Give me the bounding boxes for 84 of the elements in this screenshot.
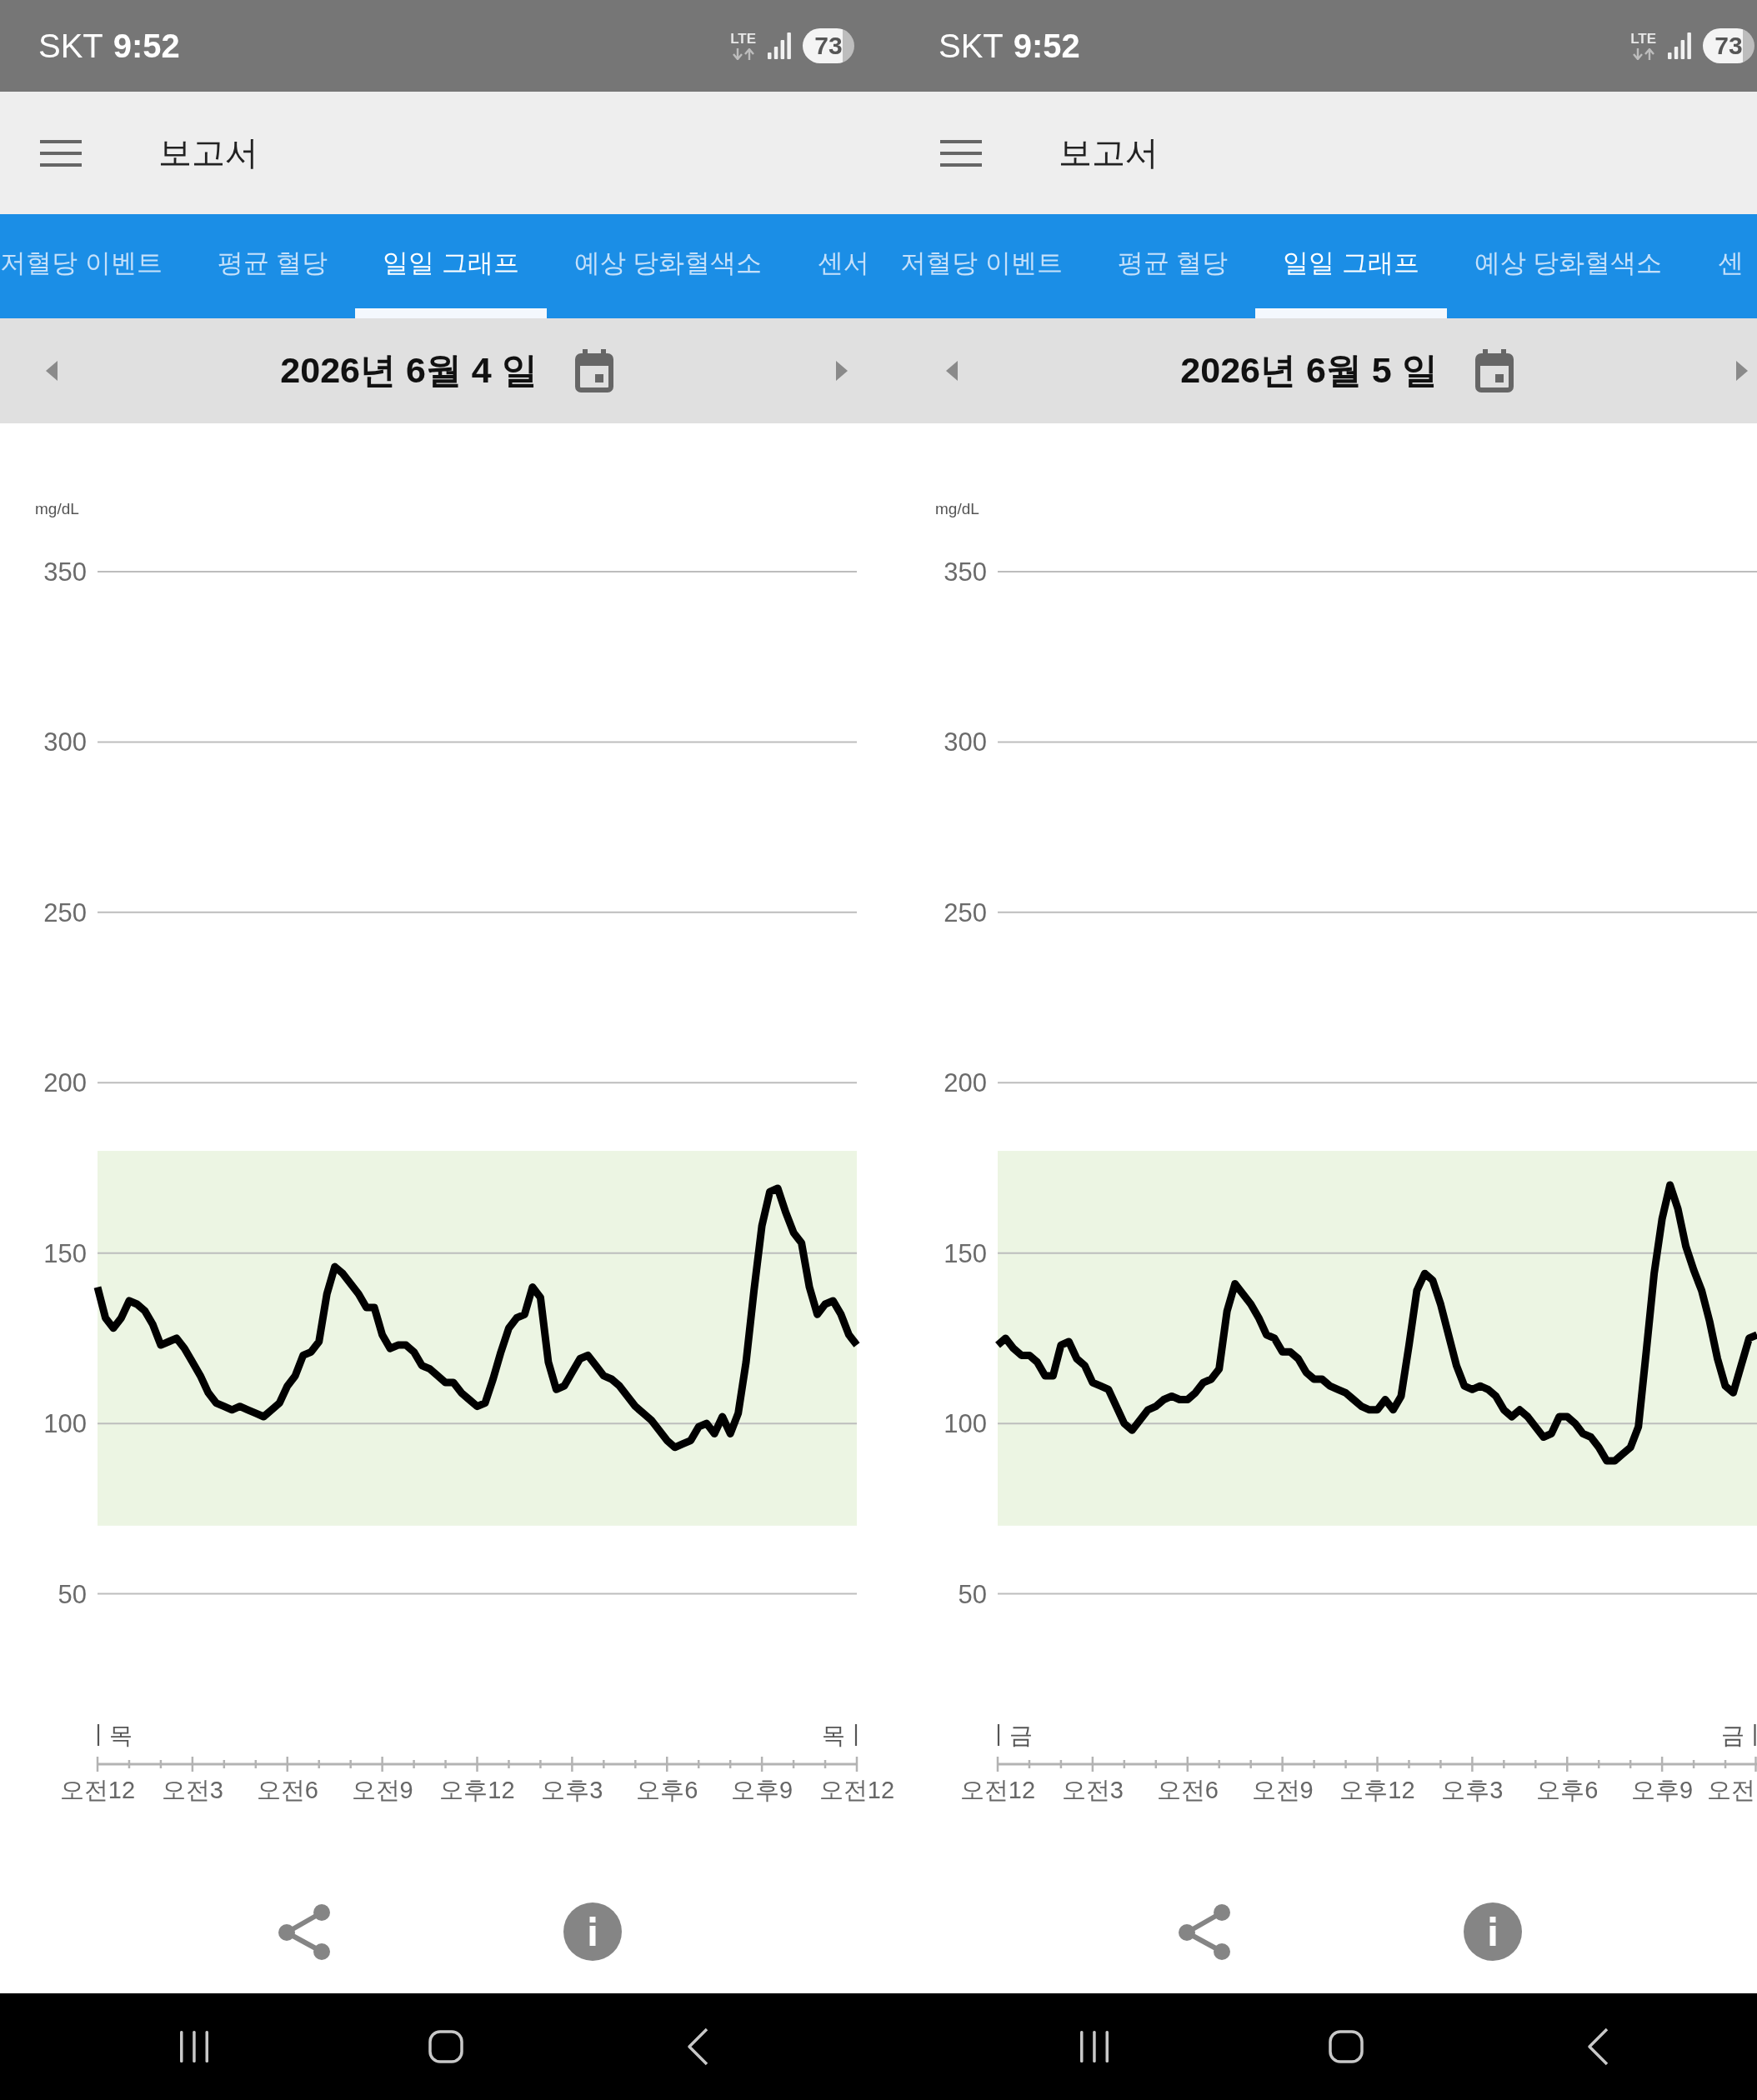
right-triangle-icon[interactable] bbox=[836, 361, 848, 381]
x-tick-label: 오전3 bbox=[161, 1777, 223, 1803]
day-label: 금 bbox=[1009, 1722, 1033, 1748]
battery-badge: 73 bbox=[1703, 28, 1754, 63]
tab[interactable]: 저혈당 이벤트 bbox=[900, 214, 1090, 318]
y-tick-label: 200 bbox=[43, 1068, 87, 1098]
date-label: 2026년 6월 5 일 bbox=[1180, 349, 1438, 392]
tab[interactable]: 예상 당화혈색소 bbox=[546, 214, 790, 318]
network-type-label: LTE bbox=[1630, 32, 1656, 46]
left-triangle-icon[interactable] bbox=[46, 361, 58, 381]
day-boundary-tick bbox=[1754, 1724, 1756, 1746]
y-tick-label: 300 bbox=[43, 728, 87, 758]
y-tick-label: 350 bbox=[43, 558, 87, 587]
day-boundary-tick bbox=[854, 1724, 858, 1746]
y-tick-label: 50 bbox=[58, 1579, 87, 1609]
x-tick-label: 오전 bbox=[1707, 1777, 1755, 1803]
y-tick-label: 350 bbox=[944, 558, 987, 587]
y-axis-unit-label: mg/dL bbox=[35, 500, 79, 518]
carrier-label: SKT bbox=[38, 29, 103, 62]
page-title: 보고서 bbox=[1059, 133, 1159, 172]
battery-badge: 73 bbox=[803, 28, 854, 63]
tab[interactable]: 평균 혈당 bbox=[1089, 214, 1256, 318]
info-icon[interactable] bbox=[1464, 1902, 1522, 1961]
y-axis-unit-label: mg/dL bbox=[935, 500, 979, 518]
up-down-arrows-icon bbox=[732, 48, 754, 60]
tab[interactable]: 센 bbox=[1689, 214, 1744, 318]
day-label: 목 bbox=[109, 1722, 133, 1748]
x-tick-label: 오전12 bbox=[59, 1777, 136, 1803]
y-tick-label: 100 bbox=[944, 1409, 987, 1439]
x-tick-label: 오후6 bbox=[1536, 1777, 1599, 1803]
info-icon[interactable] bbox=[563, 1902, 622, 1961]
menu-icon[interactable] bbox=[40, 138, 82, 168]
day-boundary-tick bbox=[97, 1724, 100, 1746]
y-tick-label: 150 bbox=[43, 1238, 87, 1268]
menu-icon[interactable] bbox=[940, 138, 982, 168]
x-tick-label: 오후9 bbox=[731, 1777, 793, 1803]
left-triangle-icon[interactable] bbox=[946, 361, 958, 381]
y-tick-label: 250 bbox=[43, 898, 87, 928]
network-type-label: LTE bbox=[730, 32, 756, 46]
tab[interactable]: 저혈당 이벤트 bbox=[0, 214, 190, 318]
back-icon[interactable] bbox=[1587, 2028, 1609, 2066]
signal-bars-icon bbox=[1668, 32, 1691, 59]
calendar-icon[interactable] bbox=[574, 349, 613, 392]
y-tick-label: 300 bbox=[944, 728, 987, 758]
tab[interactable]: 평균 혈당 bbox=[189, 214, 356, 318]
x-tick-label: 오후12 bbox=[1339, 1777, 1415, 1803]
x-tick-label: 오전9 bbox=[1251, 1777, 1314, 1803]
y-tick-label: 100 bbox=[43, 1409, 87, 1439]
recent-apps-icon[interactable] bbox=[179, 2031, 209, 2062]
recent-apps-icon[interactable] bbox=[1079, 2031, 1109, 2062]
x-tick-label: 오전3 bbox=[1061, 1777, 1124, 1803]
day-label: 금 bbox=[1720, 1722, 1744, 1748]
carrier-label: SKT bbox=[939, 29, 1004, 62]
x-tick-label: 오전12 bbox=[959, 1777, 1036, 1803]
y-tick-label: 250 bbox=[944, 898, 987, 928]
x-tick-label: 오전6 bbox=[1156, 1777, 1219, 1803]
x-tick-label: 오후3 bbox=[1441, 1777, 1504, 1803]
calendar-icon[interactable] bbox=[1474, 349, 1514, 392]
clock-time: 9:52 bbox=[113, 29, 180, 62]
x-tick-label: 오전12 bbox=[818, 1777, 895, 1803]
page-title: 보고서 bbox=[158, 133, 258, 172]
y-tick-label: 50 bbox=[958, 1579, 987, 1609]
y-tick-label: 150 bbox=[944, 1238, 987, 1268]
back-icon[interactable] bbox=[687, 2028, 708, 2066]
share-icon[interactable] bbox=[1179, 1903, 1230, 1960]
x-tick-label: 오후3 bbox=[541, 1777, 603, 1803]
signal-bars-icon bbox=[768, 32, 791, 59]
day-label: 목 bbox=[822, 1722, 845, 1748]
x-tick-label: 오후12 bbox=[439, 1777, 515, 1803]
x-tick-label: 오전6 bbox=[256, 1777, 318, 1803]
home-icon[interactable] bbox=[428, 2030, 463, 2063]
day-boundary-tick bbox=[997, 1724, 1000, 1746]
clock-time: 9:52 bbox=[1013, 29, 1080, 62]
x-tick-label: 오후9 bbox=[1631, 1777, 1694, 1803]
x-tick-label: 오전9 bbox=[351, 1777, 413, 1803]
x-tick-label: 오후6 bbox=[636, 1777, 698, 1803]
share-icon[interactable] bbox=[278, 1903, 330, 1960]
tab[interactable]: 예상 당화혈색소 bbox=[1446, 214, 1690, 318]
y-tick-label: 200 bbox=[944, 1068, 987, 1098]
up-down-arrows-icon bbox=[1632, 48, 1654, 60]
right-triangle-icon[interactable] bbox=[1736, 361, 1748, 381]
home-icon[interactable] bbox=[1329, 2030, 1364, 2063]
tab[interactable]: 센서 bbox=[789, 214, 869, 318]
date-label: 2026년 6월 4 일 bbox=[280, 349, 538, 392]
